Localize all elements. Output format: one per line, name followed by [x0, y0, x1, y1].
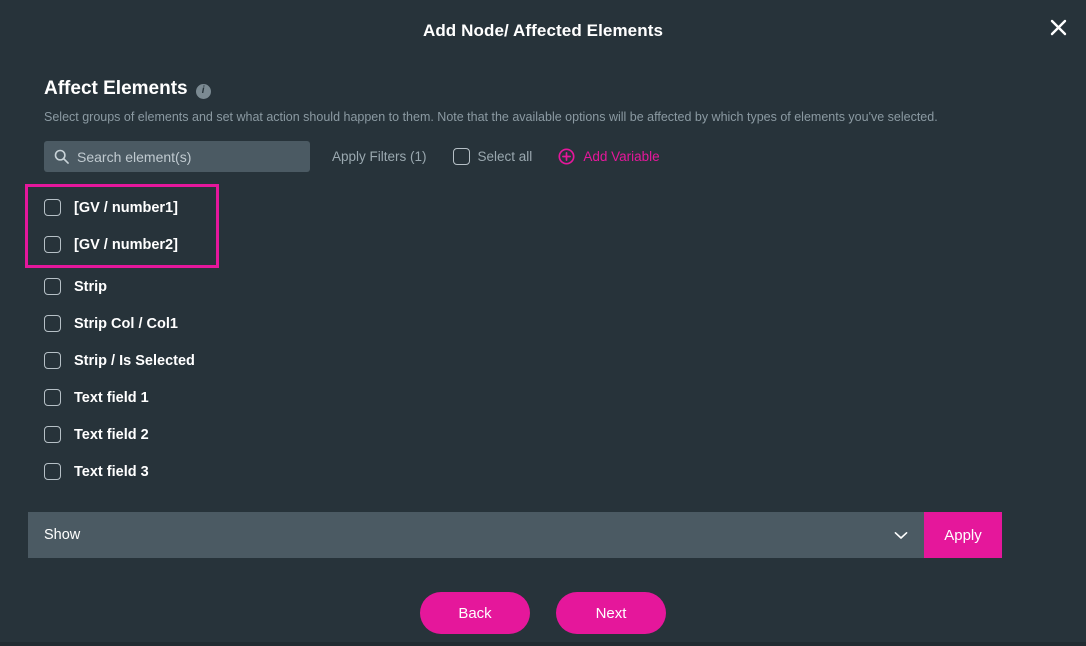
element-checkbox[interactable] — [44, 426, 61, 444]
modal-body: Affect Elements i Select groups of eleme… — [0, 78, 1086, 635]
element-label: Text field 3 — [74, 463, 149, 480]
element-checkbox[interactable] — [44, 352, 61, 370]
apply-button[interactable]: Apply — [924, 512, 1002, 559]
add-variable-label: Add Variable — [583, 149, 660, 165]
back-button[interactable]: Back — [420, 592, 530, 635]
section-title: Affect Elements — [44, 78, 188, 99]
apply-filters-button[interactable]: Apply Filters (1) — [332, 149, 427, 164]
element-label: Text field 2 — [74, 426, 149, 443]
action-dropdown[interactable]: Show — [28, 512, 924, 559]
list-item[interactable]: Text field 3 — [44, 453, 1042, 490]
toolbar: Apply Filters (1) Select all Add Variabl… — [44, 141, 1042, 173]
plus-circle-icon — [558, 148, 575, 165]
element-checkbox[interactable] — [44, 315, 61, 333]
list-item[interactable]: [GV / number2] — [44, 226, 216, 263]
list-item[interactable]: [GV / number1] — [44, 189, 216, 226]
element-label: Strip / Is Selected — [74, 352, 195, 369]
action-bar: Show Apply — [28, 512, 1002, 559]
close-icon — [1050, 19, 1066, 35]
add-variable-button[interactable]: Add Variable — [558, 148, 660, 165]
element-checkbox[interactable] — [44, 199, 61, 217]
info-icon[interactable]: i — [195, 83, 211, 99]
footer-actions: Back Next — [44, 592, 1042, 635]
list-item[interactable]: Strip / Is Selected — [44, 342, 1042, 379]
select-all-checkbox[interactable] — [452, 148, 470, 166]
element-list: [GV / number1] [GV / number2] Strip Stri… — [25, 184, 1042, 490]
element-checkbox[interactable] — [44, 278, 61, 296]
element-checkbox[interactable] — [44, 236, 61, 254]
next-button[interactable]: Next — [556, 592, 666, 635]
search-field[interactable] — [44, 141, 310, 173]
section-heading-row: Affect Elements i — [44, 78, 1042, 100]
select-all-label: Select all — [477, 149, 533, 165]
action-dropdown-value: Show — [44, 527, 81, 544]
element-label: Strip Col / Col1 — [74, 315, 178, 332]
list-item[interactable]: Text field 1 — [44, 379, 1042, 416]
element-label: [GV / number2] — [74, 236, 178, 253]
list-item[interactable]: Strip Col / Col1 — [44, 305, 1042, 342]
element-checkbox[interactable] — [44, 389, 61, 407]
element-label: Text field 1 — [74, 389, 149, 406]
list-item[interactable]: Text field 2 — [44, 416, 1042, 453]
chevron-down-icon — [894, 531, 908, 539]
section-description: Select groups of elements and set what a… — [44, 110, 938, 124]
modal-header: Add Node/ Affected Elements — [0, 0, 1086, 62]
search-icon — [54, 149, 69, 165]
list-item[interactable]: Strip — [44, 268, 1042, 305]
element-checkbox[interactable] — [44, 463, 61, 481]
close-button[interactable] — [1042, 11, 1074, 43]
select-all-control[interactable]: Select all — [452, 148, 533, 166]
highlighted-element-group: [GV / number1] [GV / number2] — [25, 184, 219, 269]
element-label: [GV / number1] — [74, 199, 178, 216]
element-label: Strip — [74, 278, 108, 295]
page-title: Add Node/ Affected Elements — [422, 21, 664, 40]
search-input[interactable] — [77, 148, 300, 165]
bottom-divider — [0, 642, 1086, 646]
